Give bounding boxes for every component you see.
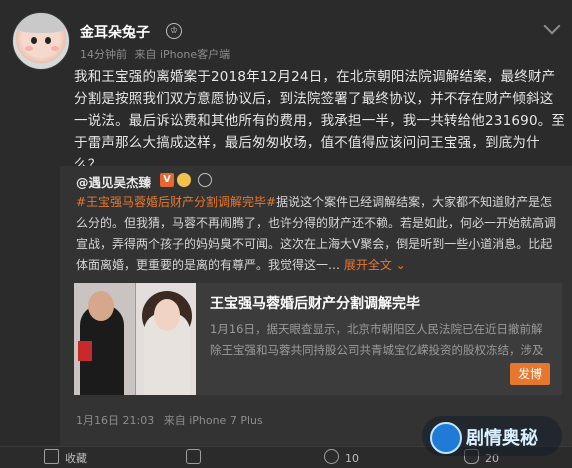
repost-source: 来自 iPhone 7 Plus	[163, 414, 263, 427]
comment-button[interactable]: 10	[324, 449, 359, 465]
expand-more-link[interactable]: 展开全文	[344, 258, 392, 272]
repost-meta: 1月16日 21:03 来自 iPhone 7 Plus	[76, 412, 269, 428]
favorite-label: 收藏	[65, 452, 87, 465]
share-icon	[186, 449, 201, 464]
thumbnail-microphone	[78, 341, 92, 361]
avatar-eye-left	[31, 37, 37, 44]
vip-icon	[198, 173, 212, 187]
repost-text: #王宝强马蓉婚后财产分割调解完毕#据说这个案件已经调解结案，大家都不知道财产是怎…	[76, 192, 562, 276]
repost-time: 1月16日 21:03	[76, 414, 155, 427]
user-avatar[interactable]	[12, 12, 70, 70]
comment-count: 10	[345, 452, 359, 465]
card-description: 1月16日，据天眼查显示，北京市朝阳区人民法院已在近日撤前解除王宝强和马蓉共同持…	[210, 322, 544, 357]
avatar-hair	[13, 13, 69, 33]
comment-icon	[324, 449, 339, 464]
post-source: 来自 iPhone客户端	[134, 48, 231, 61]
verified-icon: V	[160, 173, 174, 187]
music-note-icon	[430, 422, 462, 454]
chevron-down-icon[interactable]	[543, 17, 561, 35]
crown-icon: ♔	[166, 23, 182, 39]
repost-card: @遇见吴杰臻 V #王宝强马蓉婚后财产分割调解完毕#据说这个案件已经调解结案，大…	[60, 166, 572, 446]
repost-button[interactable]	[186, 449, 207, 465]
thumbnail-woman-face	[154, 299, 180, 331]
post-text: 我和王宝强的离婚案于2018年12月24日，在北京朝阳法院调解结案，最终财产分割…	[74, 69, 566, 173]
favorite-button[interactable]: 收藏	[44, 449, 87, 466]
username[interactable]: 金耳朵兔子	[80, 22, 150, 42]
avatar-eye-right	[45, 37, 51, 44]
post-button[interactable]: 发博	[510, 363, 550, 385]
avatar-cheek-left	[25, 46, 33, 51]
thumbnail-man-head	[88, 291, 114, 321]
link-preview-card[interactable]: 王宝强马蓉婚后财产分割调解完毕 1月16日，据天眼查显示，北京市朝阳区人民法院已…	[74, 283, 562, 395]
star-icon	[44, 449, 59, 464]
watermark: 剧情奥秘	[422, 416, 562, 456]
avatar-cheek-right	[51, 46, 59, 51]
thumbnail-divider	[135, 283, 136, 395]
repost-author[interactable]: @遇见吴杰臻	[76, 172, 151, 191]
watermark-text: 剧情奥秘	[466, 428, 538, 449]
post-time: 14分钟前	[80, 48, 127, 61]
topic-link[interactable]: #王宝强马蓉婚后财产分割调解完毕#	[76, 195, 276, 209]
card-title[interactable]: 王宝强马蓉婚后财产分割调解完毕	[210, 293, 420, 313]
post-meta: 14分钟前 来自 iPhone客户端	[80, 46, 234, 62]
card-thumbnail	[74, 283, 196, 395]
chevron-down-icon: ⌄	[391, 258, 406, 272]
badge-icon	[177, 173, 191, 187]
